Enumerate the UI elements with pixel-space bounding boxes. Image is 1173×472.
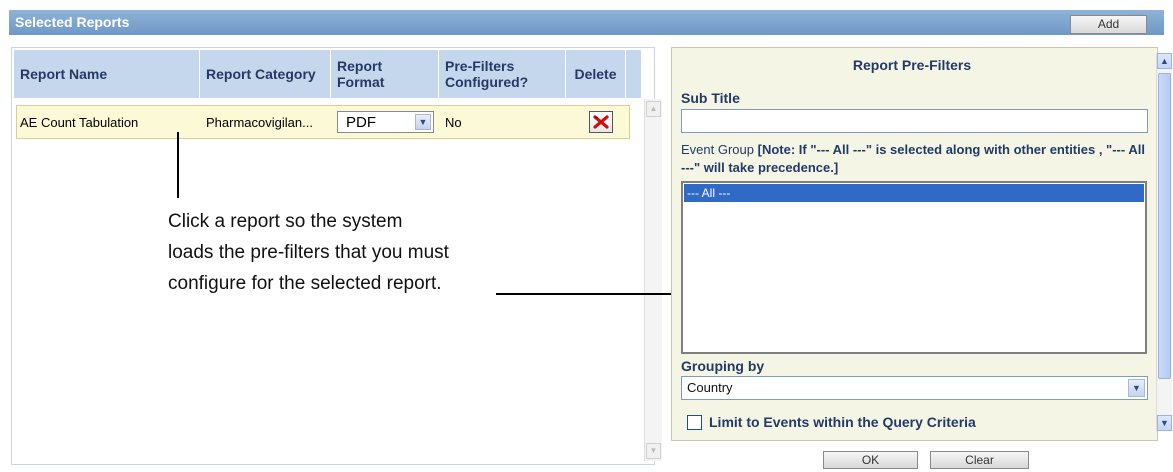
grid-header: Report Name Report Category Report Forma… [14,50,641,98]
callout-line-1: Click a report so the system [168,211,403,232]
limit-events-label[interactable]: Limit to Events within the Query Criteri… [709,414,976,430]
column-header-prefilters-configured[interactable]: Pre-Filters Configured? [439,50,566,98]
grid-scrollbar[interactable]: ▲ ▼ [644,99,662,461]
subtitle-input[interactable] [681,109,1148,133]
prefilters-scrollbar[interactable]: ▲ ▼ [1156,53,1172,431]
scroll-up-icon[interactable]: ▲ [646,101,661,117]
event-group-label-block: Event Group [Note: If "--- All ---" is s… [681,141,1151,177]
report-format-select[interactable]: PDF ▼ [337,111,434,133]
column-header-report-format[interactable]: Report Format [331,50,439,98]
section-title: Selected Reports [15,14,130,30]
chevron-down-icon[interactable]: ▼ [1128,379,1145,397]
table-row[interactable]: AE Count Tabulation Pharmacovigilan... P… [16,105,630,139]
scroll-down-icon[interactable]: ▼ [1157,415,1172,431]
report-category-cell: Pharmacovigilan... [206,114,313,130]
delete-cell [569,111,629,133]
event-group-listbox[interactable]: --- All --- [681,181,1147,354]
scroll-up-icon[interactable]: ▲ [1157,53,1172,69]
column-header-report-name[interactable]: Report Name [14,50,200,98]
grouping-by-value: Country [687,380,733,395]
column-header-report-category[interactable]: Report Category [200,50,331,98]
grouping-by-select[interactable]: Country ▼ [681,376,1148,400]
grouping-by-label: Grouping by [681,358,765,374]
subtitle-label: Sub Title [681,90,740,106]
limit-events-checkbox[interactable] [687,415,702,430]
event-group-label: Event Group [681,142,754,157]
callout-line-3: configure for the selected report. [168,273,442,294]
report-format-value: PDF [346,113,376,131]
scrollbar-thumb[interactable] [1158,73,1171,379]
column-header-delete[interactable]: Delete [566,50,626,98]
prefilters-panel: Report Pre-Filters Sub Title Event Group… [671,47,1158,441]
prefilters-configured-cell: No [445,114,462,130]
delete-icon[interactable] [588,111,613,133]
add-button[interactable]: Add [1070,15,1147,34]
callout-annotation: Click a report so the system loads the p… [168,206,528,299]
clear-button[interactable]: Clear [930,451,1029,469]
report-format-cell: PDF ▼ [334,111,442,133]
selected-reports-header: Selected Reports [9,10,1164,35]
ok-button[interactable]: OK [823,451,918,469]
scroll-down-icon[interactable]: ▼ [646,443,661,459]
list-item[interactable]: --- All --- [684,184,1144,202]
header-spacer [626,50,641,98]
chevron-down-icon[interactable]: ▼ [415,114,431,130]
report-name-cell[interactable]: AE Count Tabulation [17,115,203,130]
prefilters-title: Report Pre-Filters [852,57,972,73]
callout-pointer-line [177,132,179,198]
callout-line-2: loads the pre-filters that you must [168,242,449,263]
